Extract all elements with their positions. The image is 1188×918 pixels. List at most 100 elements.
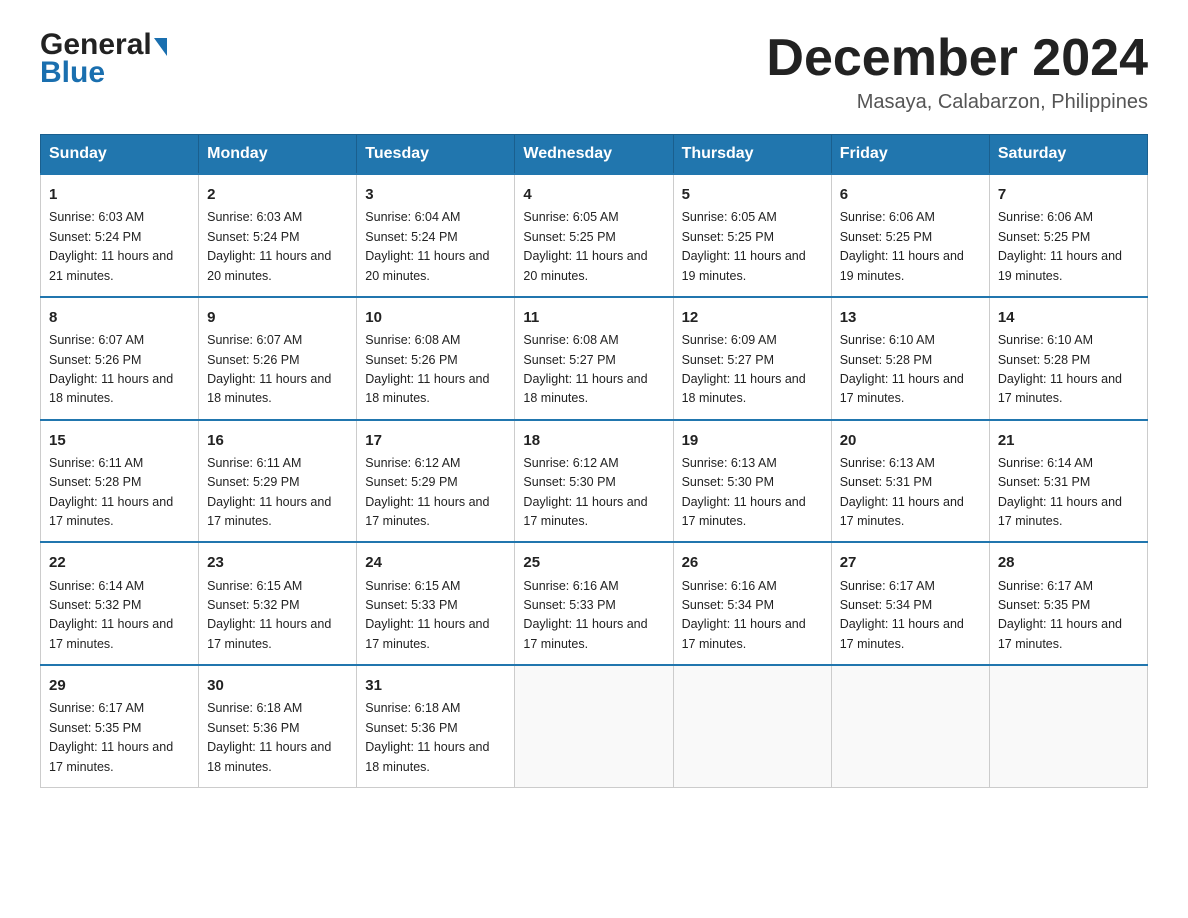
day-info: Sunrise: 6:06 AMSunset: 5:25 PMDaylight:… — [840, 210, 964, 282]
calendar-cell — [515, 665, 673, 787]
day-info: Sunrise: 6:03 AMSunset: 5:24 PMDaylight:… — [207, 210, 331, 282]
day-number: 29 — [49, 674, 190, 697]
location-subtitle: Masaya, Calabarzon, Philippines — [766, 91, 1148, 114]
day-info: Sunrise: 6:17 AMSunset: 5:35 PMDaylight:… — [49, 701, 173, 773]
day-info: Sunrise: 6:09 AMSunset: 5:27 PMDaylight:… — [682, 333, 806, 405]
day-number: 9 — [207, 306, 348, 329]
day-header-monday: Monday — [199, 135, 357, 175]
logo: General Blue — [40, 30, 167, 90]
day-info: Sunrise: 6:08 AMSunset: 5:26 PMDaylight:… — [365, 333, 489, 405]
day-number: 1 — [49, 183, 190, 206]
day-number: 21 — [998, 429, 1139, 452]
calendar-cell: 31Sunrise: 6:18 AMSunset: 5:36 PMDayligh… — [357, 665, 515, 787]
day-number: 25 — [523, 551, 664, 574]
day-number: 26 — [682, 551, 823, 574]
calendar-cell: 17 Sunrise: 6:12 AMSunset: 5:29 PMDayligh… — [357, 420, 515, 543]
day-info: Sunrise: 6:17 AMSunset: 5:34 PMDaylight:… — [840, 579, 964, 651]
day-info: Sunrise: 6:12 AMSunset: 5:30 PMDaylight:… — [523, 456, 647, 528]
calendar-cell: 14 Sunrise: 6:10 AMSunset: 5:28 PMDayligh… — [989, 297, 1147, 420]
day-info: Sunrise: 6:10 AMSunset: 5:28 PMDaylight:… — [840, 333, 964, 405]
calendar-cell: 15Sunrise: 6:11 AMSunset: 5:28 PMDayligh… — [41, 420, 199, 543]
day-number: 12 — [682, 306, 823, 329]
day-info: Sunrise: 6:03 AMSunset: 5:24 PMDaylight:… — [49, 210, 173, 282]
logo-blue-text: Blue — [40, 56, 105, 90]
calendar-cell — [673, 665, 831, 787]
day-number: 16 — [207, 429, 348, 452]
calendar-cell — [989, 665, 1147, 787]
day-header-thursday: Thursday — [673, 135, 831, 175]
calendar-cell: 25 Sunrise: 6:16 AMSunset: 5:33 PMDayligh… — [515, 542, 673, 665]
day-info: Sunrise: 6:07 AMSunset: 5:26 PMDaylight:… — [49, 333, 173, 405]
day-info: Sunrise: 6:14 AMSunset: 5:32 PMDaylight:… — [49, 579, 173, 651]
calendar-cell: 9Sunrise: 6:07 AMSunset: 5:26 PMDaylight… — [199, 297, 357, 420]
calendar-cell: 16 Sunrise: 6:11 AMSunset: 5:29 PMDayligh… — [199, 420, 357, 543]
day-number: 24 — [365, 551, 506, 574]
day-number: 4 — [523, 183, 664, 206]
day-number: 7 — [998, 183, 1139, 206]
day-number: 30 — [207, 674, 348, 697]
day-info: Sunrise: 6:10 AMSunset: 5:28 PMDaylight:… — [998, 333, 1122, 405]
calendar-header-row: SundayMondayTuesdayWednesdayThursdayFrid… — [41, 135, 1148, 175]
calendar-cell: 21Sunrise: 6:14 AMSunset: 5:31 PMDayligh… — [989, 420, 1147, 543]
calendar-body: 1 Sunrise: 6:03 AMSunset: 5:24 PMDaylight… — [41, 174, 1148, 787]
day-number: 5 — [682, 183, 823, 206]
calendar-cell: 20 Sunrise: 6:13 AMSunset: 5:31 PMDayligh… — [831, 420, 989, 543]
day-info: Sunrise: 6:11 AMSunset: 5:29 PMDaylight:… — [207, 456, 331, 528]
day-number: 18 — [523, 429, 664, 452]
calendar-cell: 8 Sunrise: 6:07 AMSunset: 5:26 PMDaylight… — [41, 297, 199, 420]
day-number: 8 — [49, 306, 190, 329]
day-info: Sunrise: 6:16 AMSunset: 5:33 PMDaylight:… — [523, 579, 647, 651]
day-number: 20 — [840, 429, 981, 452]
calendar-week-row: 22 Sunrise: 6:14 AMSunset: 5:32 PMDayligh… — [41, 542, 1148, 665]
calendar-cell: 10Sunrise: 6:08 AMSunset: 5:26 PMDayligh… — [357, 297, 515, 420]
calendar-cell: 28 Sunrise: 6:17 AMSunset: 5:35 PMDayligh… — [989, 542, 1147, 665]
calendar-cell: 26 Sunrise: 6:16 AMSunset: 5:34 PMDayligh… — [673, 542, 831, 665]
calendar-cell: 19 Sunrise: 6:13 AMSunset: 5:30 PMDayligh… — [673, 420, 831, 543]
calendar-cell: 4Sunrise: 6:05 AMSunset: 5:25 PMDaylight… — [515, 174, 673, 297]
day-header-sunday: Sunday — [41, 135, 199, 175]
day-info: Sunrise: 6:05 AMSunset: 5:25 PMDaylight:… — [682, 210, 806, 282]
calendar-week-row: 1 Sunrise: 6:03 AMSunset: 5:24 PMDaylight… — [41, 174, 1148, 297]
day-info: Sunrise: 6:18 AMSunset: 5:36 PMDaylight:… — [207, 701, 331, 773]
calendar-cell: 29 Sunrise: 6:17 AMSunset: 5:35 PMDayligh… — [41, 665, 199, 787]
day-info: Sunrise: 6:13 AMSunset: 5:31 PMDaylight:… — [840, 456, 964, 528]
day-number: 27 — [840, 551, 981, 574]
day-number: 6 — [840, 183, 981, 206]
day-info: Sunrise: 6:16 AMSunset: 5:34 PMDaylight:… — [682, 579, 806, 651]
day-info: Sunrise: 6:12 AMSunset: 5:29 PMDaylight:… — [365, 456, 489, 528]
day-number: 22 — [49, 551, 190, 574]
calendar-table: SundayMondayTuesdayWednesdayThursdayFrid… — [40, 134, 1148, 788]
day-header-friday: Friday — [831, 135, 989, 175]
calendar-cell: 30 Sunrise: 6:18 AMSunset: 5:36 PMDayligh… — [199, 665, 357, 787]
day-info: Sunrise: 6:06 AMSunset: 5:25 PMDaylight:… — [998, 210, 1122, 282]
calendar-cell: 2 Sunrise: 6:03 AMSunset: 5:24 PMDaylight… — [199, 174, 357, 297]
day-number: 11 — [523, 306, 664, 329]
day-number: 2 — [207, 183, 348, 206]
day-info: Sunrise: 6:08 AMSunset: 5:27 PMDaylight:… — [523, 333, 647, 405]
day-info: Sunrise: 6:15 AMSunset: 5:33 PMDaylight:… — [365, 579, 489, 651]
page-header: General Blue December 2024 Masaya, Calab… — [40, 30, 1148, 114]
logo-arrow-icon — [154, 38, 167, 56]
day-info: Sunrise: 6:13 AMSunset: 5:30 PMDaylight:… — [682, 456, 806, 528]
calendar-cell: 18 Sunrise: 6:12 AMSunset: 5:30 PMDayligh… — [515, 420, 673, 543]
calendar-cell: 13Sunrise: 6:10 AMSunset: 5:28 PMDayligh… — [831, 297, 989, 420]
day-info: Sunrise: 6:11 AMSunset: 5:28 PMDaylight:… — [49, 456, 173, 528]
title-block: December 2024 Masaya, Calabarzon, Philip… — [766, 30, 1148, 114]
calendar-week-row: 15Sunrise: 6:11 AMSunset: 5:28 PMDayligh… — [41, 420, 1148, 543]
day-info: Sunrise: 6:18 AMSunset: 5:36 PMDaylight:… — [365, 701, 489, 773]
day-number: 3 — [365, 183, 506, 206]
day-number: 17 — [365, 429, 506, 452]
calendar-cell: 3Sunrise: 6:04 AMSunset: 5:24 PMDaylight… — [357, 174, 515, 297]
day-number: 28 — [998, 551, 1139, 574]
month-year-title: December 2024 — [766, 30, 1148, 87]
day-number: 14 — [998, 306, 1139, 329]
calendar-cell: 12 Sunrise: 6:09 AMSunset: 5:27 PMDayligh… — [673, 297, 831, 420]
calendar-week-row: 8 Sunrise: 6:07 AMSunset: 5:26 PMDaylight… — [41, 297, 1148, 420]
calendar-week-row: 29 Sunrise: 6:17 AMSunset: 5:35 PMDayligh… — [41, 665, 1148, 787]
calendar-cell: 24 Sunrise: 6:15 AMSunset: 5:33 PMDayligh… — [357, 542, 515, 665]
day-info: Sunrise: 6:15 AMSunset: 5:32 PMDaylight:… — [207, 579, 331, 651]
calendar-cell: 1 Sunrise: 6:03 AMSunset: 5:24 PMDaylight… — [41, 174, 199, 297]
day-info: Sunrise: 6:17 AMSunset: 5:35 PMDaylight:… — [998, 579, 1122, 651]
day-header-wednesday: Wednesday — [515, 135, 673, 175]
day-number: 19 — [682, 429, 823, 452]
